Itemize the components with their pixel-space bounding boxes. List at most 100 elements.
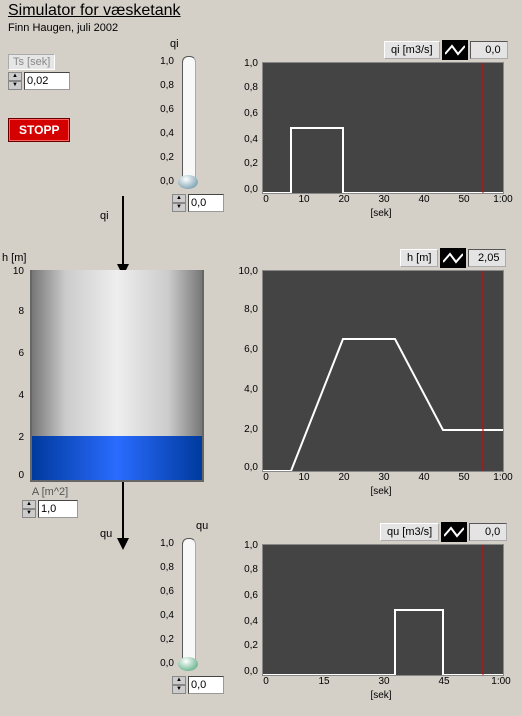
xtick: 1:00 xyxy=(486,676,516,687)
ytick: 0,8 xyxy=(232,564,258,575)
xtick: 10 xyxy=(294,472,314,483)
ytick: 1,0 xyxy=(232,58,258,69)
tank-tick: 2 xyxy=(18,432,24,443)
down-icon[interactable]: ▼ xyxy=(8,81,22,90)
qu-slider[interactable] xyxy=(182,538,196,670)
xlabel: [sek] xyxy=(356,486,406,497)
tick-label: 0,4 xyxy=(150,610,174,634)
ytick: 8,0 xyxy=(228,304,258,315)
tank-liquid xyxy=(32,436,202,480)
tick-label: 0,0 xyxy=(150,176,174,200)
page-subtitle: Finn Haugen, juli 2002 xyxy=(8,22,118,34)
xtick: 50 xyxy=(454,472,474,483)
tick-label: 1,0 xyxy=(150,56,174,80)
qu-input[interactable] xyxy=(188,676,224,694)
ts-control: Ts [sek] ▲ ▼ xyxy=(8,54,82,90)
ts-input[interactable] xyxy=(24,72,70,90)
ytick: 0,4 xyxy=(232,616,258,627)
stop-button[interactable]: STOPP xyxy=(8,118,70,142)
ytick: 0,6 xyxy=(232,590,258,601)
tank-tick: 4 xyxy=(18,390,24,401)
xtick: 1:00 xyxy=(488,194,518,205)
tick-label: 1,0 xyxy=(150,538,174,562)
xtick: 50 xyxy=(454,194,474,205)
tank-tick: 0 xyxy=(18,470,24,481)
qu-slider-label: qu xyxy=(196,520,208,532)
xtick: 1:00 xyxy=(488,472,518,483)
h-axis-label: h [m] xyxy=(2,252,26,264)
xtick: 0 xyxy=(256,676,276,687)
up-icon[interactable]: ▲ xyxy=(172,676,186,685)
ytick: 10,0 xyxy=(228,266,258,277)
chart-qu-value: 0,0 xyxy=(469,523,507,541)
xlabel: [sek] xyxy=(356,208,406,219)
legend-line-icon xyxy=(441,522,467,542)
chart-qi-value: 0,0 xyxy=(470,41,508,59)
chart-qi xyxy=(262,62,504,194)
xtick: 10 xyxy=(294,194,314,205)
xtick: 0 xyxy=(256,194,276,205)
ytick: 0,2 xyxy=(232,158,258,169)
qu-slider-knob[interactable] xyxy=(178,657,198,671)
up-icon[interactable]: ▲ xyxy=(172,194,186,203)
ytick: 0,2 xyxy=(232,640,258,651)
qu-arrow-label: qu xyxy=(100,528,112,540)
up-icon[interactable]: ▲ xyxy=(22,500,36,509)
ytick: 4,0 xyxy=(228,384,258,395)
qi-spinner-buttons[interactable]: ▲ ▼ xyxy=(172,194,186,212)
qi-slider-label: qi xyxy=(170,38,179,50)
chart-h xyxy=(262,270,504,472)
ytick: 0,6 xyxy=(232,108,258,119)
xtick: 40 xyxy=(414,472,434,483)
down-icon[interactable]: ▼ xyxy=(172,203,186,212)
ytick: 0,8 xyxy=(232,82,258,93)
xtick: 30 xyxy=(374,194,394,205)
chart-h-label: h [m] xyxy=(400,249,438,267)
legend-line-icon xyxy=(442,40,468,60)
chart-qu-label: qu [m3/s] xyxy=(380,523,439,541)
xtick: 30 xyxy=(374,676,394,687)
qi-slider[interactable] xyxy=(182,56,196,188)
chart-qu xyxy=(262,544,504,676)
tick-label: 0,8 xyxy=(150,80,174,104)
ytick: 0,0 xyxy=(228,462,258,473)
chart-h-value: 2,05 xyxy=(468,249,506,267)
a-spinner-buttons[interactable]: ▲ ▼ xyxy=(22,500,36,518)
ytick: 6,0 xyxy=(228,344,258,355)
a-label: A [m^2] xyxy=(22,486,78,498)
tick-label: 0,6 xyxy=(150,586,174,610)
qi-arrow-label: qi xyxy=(100,210,109,222)
xlabel: [sek] xyxy=(356,690,406,701)
qu-spinner-buttons[interactable]: ▲ ▼ xyxy=(172,676,186,694)
down-icon[interactable]: ▼ xyxy=(22,509,36,518)
xtick: 30 xyxy=(374,472,394,483)
down-icon[interactable]: ▼ xyxy=(172,685,186,694)
ytick: 2,0 xyxy=(228,424,258,435)
chart-qi-label: qi [m3/s] xyxy=(384,41,440,59)
up-icon[interactable]: ▲ xyxy=(8,72,22,81)
xtick: 0 xyxy=(256,472,276,483)
legend-line-icon xyxy=(440,248,466,268)
tick-label: 0,2 xyxy=(150,634,174,658)
page-title: Simulator for væsketank xyxy=(8,2,181,20)
ytick: 0,4 xyxy=(232,134,258,145)
tick-label: 0,6 xyxy=(150,104,174,128)
tank xyxy=(30,270,204,482)
tank-tick: 8 xyxy=(18,306,24,317)
qu-arrow-icon xyxy=(115,482,131,550)
qi-arrow-icon xyxy=(115,196,131,276)
xtick: 40 xyxy=(414,194,434,205)
ts-spinner-buttons[interactable]: ▲ ▼ xyxy=(8,72,22,90)
xtick: 45 xyxy=(434,676,454,687)
tank-tick: 6 xyxy=(18,348,24,359)
ytick: 0,0 xyxy=(232,666,258,677)
xtick: 20 xyxy=(334,472,354,483)
tick-label: 0,8 xyxy=(150,562,174,586)
ytick: 1,0 xyxy=(232,540,258,551)
qi-input[interactable] xyxy=(188,194,224,212)
tick-label: 0,2 xyxy=(150,152,174,176)
a-input[interactable] xyxy=(38,500,78,518)
ytick: 0,0 xyxy=(232,184,258,195)
ts-label: Ts [sek] xyxy=(8,54,55,70)
qi-slider-knob[interactable] xyxy=(178,175,198,189)
